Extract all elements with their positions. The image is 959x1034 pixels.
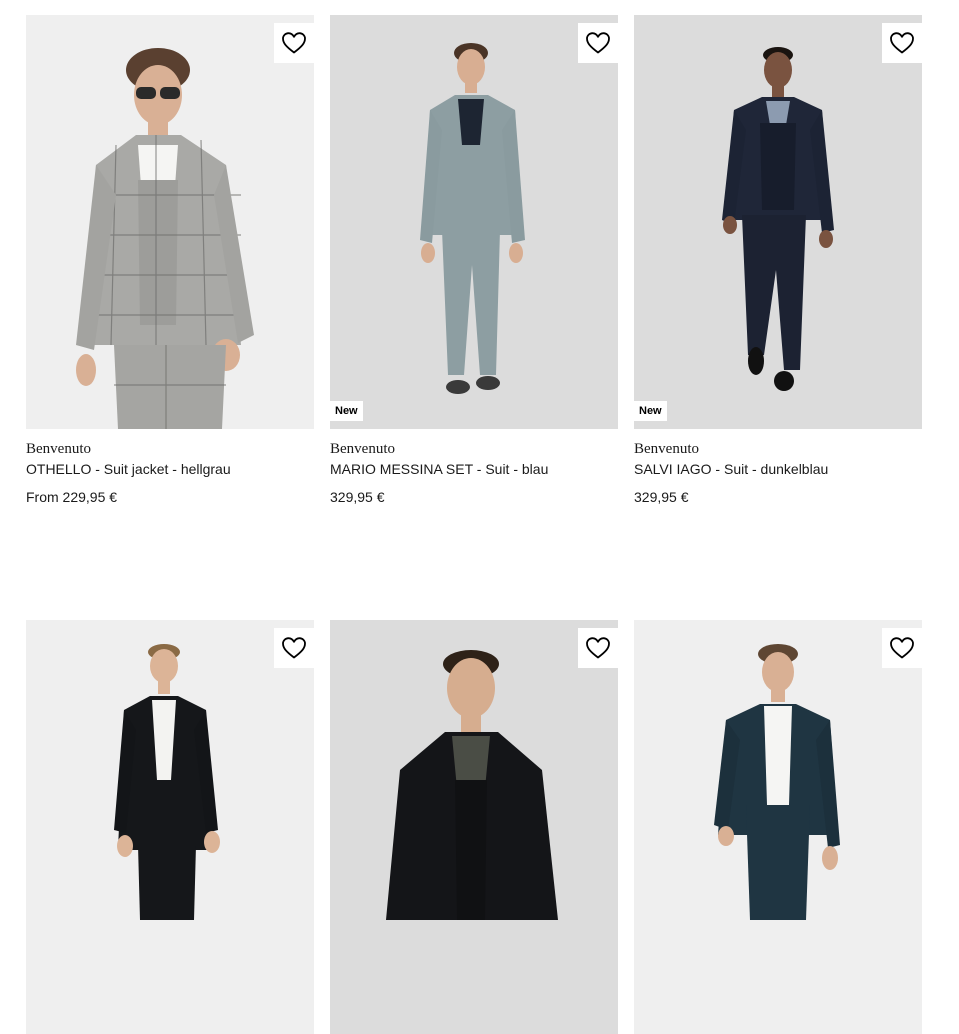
product-price: 329,95 € (330, 489, 385, 505)
product-name[interactable]: SALVI IAGO - Suit - dunkelblau (634, 459, 922, 479)
product-price: From 229,95 € (26, 489, 118, 505)
wishlist-button[interactable] (882, 628, 922, 668)
heart-outline-icon (890, 32, 914, 54)
wishlist-button[interactable] (578, 23, 618, 63)
product-info[interactable]: Benvenuto OTHELLO - Suit jacket - hellgr… (26, 429, 314, 507)
product-photo-navy-suit (722, 47, 834, 391)
heart-outline-icon (586, 32, 610, 54)
product-grid: Benvenuto OTHELLO - Suit jacket - hellgr… (26, 15, 922, 1034)
product-brand: Benvenuto (330, 441, 395, 457)
product-price: 329,95 € (634, 489, 689, 505)
product-name[interactable]: MARIO MESSINA SET - Suit - blau (330, 459, 618, 479)
product-card-black-three-piece[interactable] (330, 620, 618, 1034)
product-photo-black-three-piece-suit (386, 650, 558, 920)
product-photo-grey-check-suit (76, 48, 254, 429)
product-brand: Benvenuto (26, 441, 91, 457)
heart-outline-icon (282, 637, 306, 659)
product-name[interactable]: OTHELLO - Suit jacket - hellgrau (26, 459, 314, 479)
heart-outline-icon (282, 32, 306, 54)
product-photo-black-suit (114, 644, 220, 920)
new-badge: New (634, 401, 667, 421)
wishlist-button[interactable] (274, 23, 314, 63)
heart-outline-icon (586, 637, 610, 659)
wishlist-button[interactable] (578, 628, 618, 668)
product-image[interactable] (26, 620, 314, 1034)
product-info[interactable]: Benvenuto SALVI IAGO - Suit - dunkelblau… (634, 429, 922, 507)
wishlist-button[interactable] (882, 23, 922, 63)
product-card-othello[interactable]: Benvenuto OTHELLO - Suit jacket - hellgr… (26, 15, 314, 507)
product-image[interactable] (634, 620, 922, 1034)
heart-outline-icon (890, 637, 914, 659)
new-badge: New (330, 401, 363, 421)
wishlist-button[interactable] (274, 628, 314, 668)
product-photo-blue-grey-suit (420, 43, 525, 394)
product-image[interactable] (330, 620, 618, 1034)
product-image[interactable] (26, 15, 314, 429)
product-image[interactable]: New (330, 15, 618, 429)
product-card-mario-messina[interactable]: New Benvenuto MARIO MESSINA SET - Suit -… (330, 15, 618, 507)
product-card-teal-suit[interactable] (634, 620, 922, 1034)
product-info[interactable]: Benvenuto MARIO MESSINA SET - Suit - bla… (330, 429, 618, 507)
product-card-salvi-iago[interactable]: New Benvenuto SALVI IAGO - Suit - dunkel… (634, 15, 922, 507)
product-brand: Benvenuto (634, 441, 699, 457)
product-card-black-suit[interactable] (26, 620, 314, 1034)
product-photo-dark-teal-suit (714, 644, 840, 920)
product-image[interactable]: New (634, 15, 922, 429)
